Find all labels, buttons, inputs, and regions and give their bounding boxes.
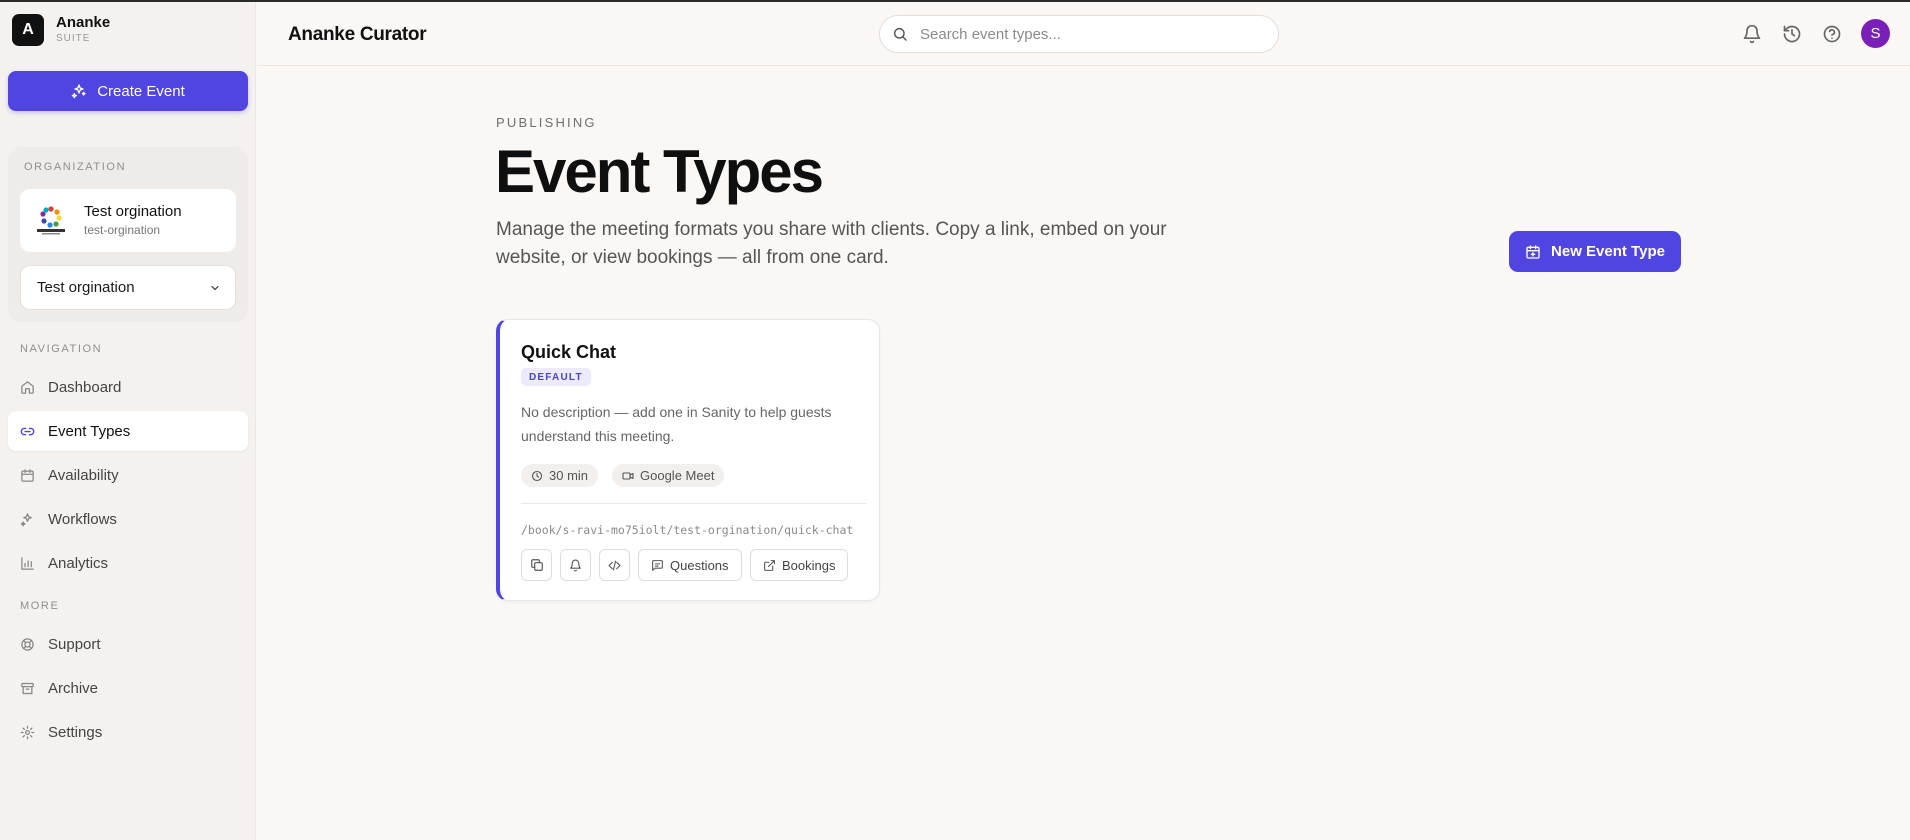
home-icon xyxy=(21,380,34,394)
card-divider xyxy=(521,503,866,504)
navigation-section-label: NAVIGATION xyxy=(20,343,103,355)
external-link-icon xyxy=(764,559,775,571)
nav-item-label: Settings xyxy=(48,723,103,741)
nav-item-label: Analytics xyxy=(48,554,109,572)
archive-icon xyxy=(21,682,34,694)
questions-button[interactable]: Questions xyxy=(638,549,742,581)
new-event-type-button[interactable]: New Event Type xyxy=(1509,231,1681,272)
nav-item-label: Event Types xyxy=(48,422,131,440)
search-input[interactable] xyxy=(920,25,1260,43)
nav-item-dashboard[interactable]: Dashboard xyxy=(8,367,248,407)
event-type-description: No description — add one in Sanity to he… xyxy=(521,404,832,444)
embed-button[interactable] xyxy=(599,549,630,581)
brand-logo: A xyxy=(12,14,44,46)
nav-item-support[interactable]: Support xyxy=(8,624,248,664)
event-type-title: Quick Chat xyxy=(521,342,617,362)
nav-item-settings[interactable]: Settings xyxy=(8,712,248,752)
clock-icon xyxy=(531,470,543,481)
help-icon[interactable] xyxy=(1822,24,1842,44)
organization-section-label: ORGANIZATION xyxy=(24,161,127,173)
chevron-down-icon xyxy=(211,285,219,291)
nav-item-label: Dashboard xyxy=(48,378,122,396)
brand[interactable]: A Ananke SUITE xyxy=(12,14,110,46)
organization-slug: test-orgination xyxy=(84,223,161,237)
bar-chart-icon xyxy=(21,556,34,570)
nav-item-label: Availability xyxy=(48,466,119,484)
app-title: Ananke Curator xyxy=(288,24,427,45)
nav-item-availability[interactable]: Availability xyxy=(8,455,248,495)
history-icon[interactable] xyxy=(1782,24,1802,44)
location-value: Google Meet xyxy=(640,468,715,483)
nav-item-label: Support xyxy=(48,635,101,653)
search-bar[interactable] xyxy=(879,15,1279,53)
search-icon xyxy=(893,27,907,41)
code-icon xyxy=(608,560,621,570)
bell-icon xyxy=(570,559,581,571)
page-title: Event Types xyxy=(495,138,824,205)
organization-panel: ORGANIZATION Test orgination test-orgina… xyxy=(8,147,248,322)
link-icon xyxy=(20,427,35,435)
organization-select-value: Test orgination xyxy=(37,279,135,296)
nav-item-analytics[interactable]: Analytics xyxy=(8,543,248,583)
copy-icon xyxy=(530,559,543,571)
more-section-label: MORE xyxy=(20,600,60,612)
gear-icon xyxy=(20,725,35,739)
new-event-type-label: New Event Type xyxy=(1551,243,1665,260)
top-header: Ananke Curator S xyxy=(257,2,1910,66)
organization-card[interactable]: Test orgination test-orgination xyxy=(20,189,236,252)
organization-name: Test orgination xyxy=(84,203,182,220)
default-badge: DEFAULT xyxy=(521,368,591,386)
video-icon xyxy=(622,471,634,480)
message-square-icon xyxy=(652,559,663,571)
copy-link-button[interactable] xyxy=(521,549,552,581)
user-avatar[interactable]: S xyxy=(1861,19,1890,48)
bell-icon[interactable] xyxy=(1742,24,1762,44)
create-event-button[interactable]: Create Event xyxy=(8,71,248,111)
calendar-plus-icon xyxy=(1526,244,1540,259)
event-type-card[interactable]: Quick Chat DEFAULT No description — add … xyxy=(496,319,880,601)
bookings-label: Bookings xyxy=(782,557,836,573)
organization-logo xyxy=(37,206,65,235)
sparkles-icon xyxy=(20,512,32,526)
page-subtitle: Manage the meeting formats you share wit… xyxy=(496,219,1167,268)
questions-label: Questions xyxy=(670,557,729,573)
booking-link[interactable]: /book/s-ravi-mo75iolt/test-orgination/qu… xyxy=(521,523,853,537)
bookings-button[interactable]: Bookings xyxy=(750,549,849,581)
nav-item-label: Workflows xyxy=(48,510,117,528)
nav-item-workflows[interactable]: Workflows xyxy=(8,499,248,539)
brand-name: Ananke xyxy=(56,14,111,31)
nav-item-archive[interactable]: Archive xyxy=(8,668,248,708)
notifications-button[interactable] xyxy=(560,549,591,581)
lifebuoy-icon xyxy=(21,637,34,651)
sidebar: A Ananke SUITE Create Event ORGANIZATION xyxy=(0,2,256,840)
calendar-icon xyxy=(21,468,34,482)
nav-item-label: Archive xyxy=(48,679,99,697)
duration-value: 30 min xyxy=(549,468,589,483)
organization-select[interactable]: Test orgination xyxy=(20,265,236,310)
create-event-label: Create Event xyxy=(97,82,185,100)
sparkles-icon xyxy=(71,84,86,99)
location-chip: Google Meet xyxy=(612,464,725,487)
nav-item-event-types[interactable]: Event Types xyxy=(8,411,248,451)
brand-subtitle: SUITE xyxy=(56,33,91,44)
page-eyebrow: PUBLISHING xyxy=(496,115,597,130)
duration-chip: 30 min xyxy=(521,464,599,487)
